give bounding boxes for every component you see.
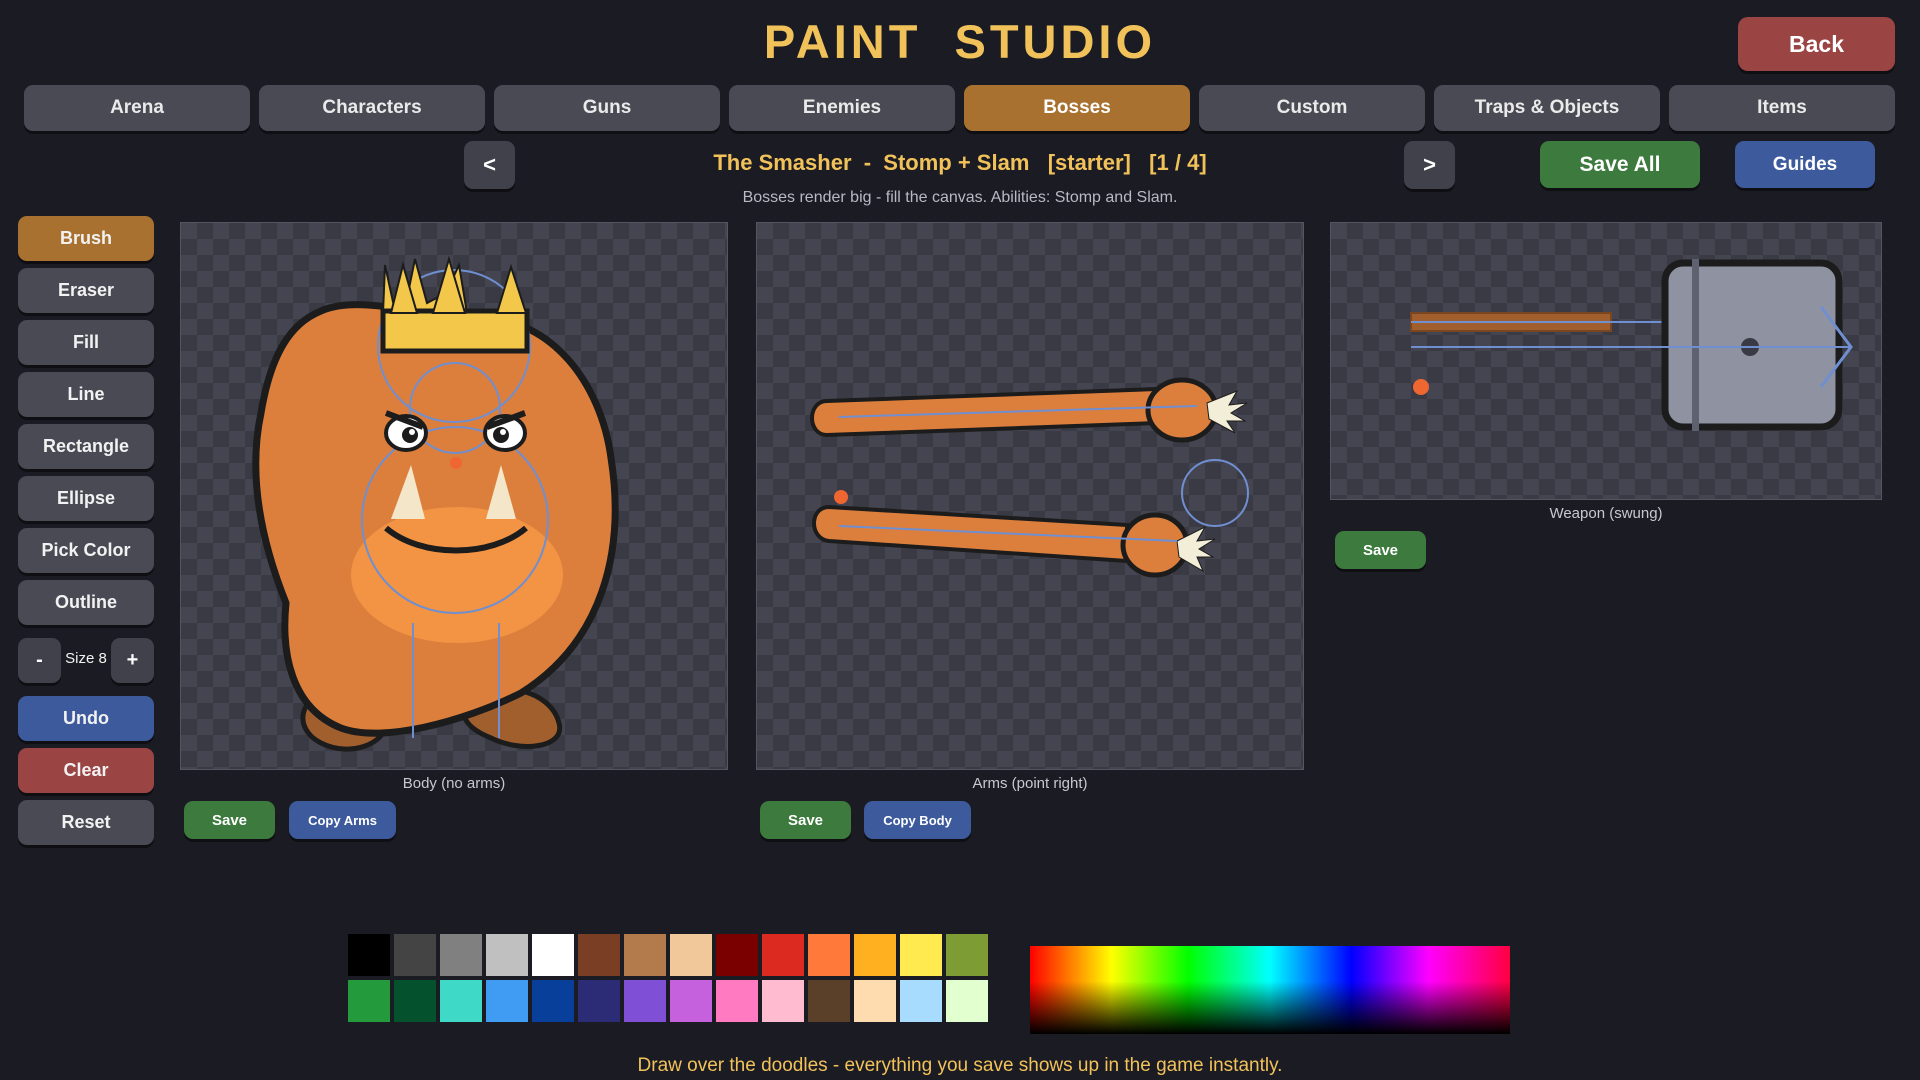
app-title: PAINT STUDIO (763, 15, 1157, 68)
color-swatch[interactable] (670, 934, 712, 976)
brush-tool-button[interactable]: Brush (18, 216, 154, 261)
color-swatch[interactable] (716, 980, 758, 1022)
size-decrease-button[interactable]: - (18, 638, 61, 683)
color-swatch[interactable] (670, 980, 712, 1022)
line-tool-button[interactable]: Line (18, 372, 154, 417)
color-swatch[interactable] (900, 980, 942, 1022)
color-swatch[interactable] (578, 980, 620, 1022)
next-item-button[interactable]: > (1404, 141, 1455, 189)
color-swatch[interactable] (440, 980, 482, 1022)
footer-hint: Draw over the doodles - everything you s… (637, 1055, 1283, 1076)
color-swatch[interactable] (440, 934, 482, 976)
color-swatch[interactable] (394, 980, 436, 1022)
color-swatch[interactable] (900, 934, 942, 976)
reset-button[interactable]: Reset (18, 800, 154, 845)
color-swatch[interactable] (808, 980, 850, 1022)
fill-tool-button[interactable]: Fill (18, 320, 154, 365)
tab-characters[interactable]: Characters (259, 85, 485, 131)
save-all-button[interactable]: Save All (1540, 141, 1700, 188)
pivot-dot (834, 490, 848, 504)
tab-guns[interactable]: Guns (494, 85, 720, 131)
undo-button[interactable]: Undo (18, 696, 154, 741)
body-canvas[interactable] (180, 222, 728, 770)
ellipse-tool-button[interactable]: Ellipse (18, 476, 154, 521)
hammer-band (1692, 259, 1699, 431)
color-swatch[interactable] (624, 980, 666, 1022)
copy-body-button[interactable]: Copy Body (864, 801, 971, 839)
color-swatch[interactable] (394, 934, 436, 976)
eraser-tool-button[interactable]: Eraser (18, 268, 154, 313)
color-swatch[interactable] (348, 934, 390, 976)
back-button[interactable]: Back (1738, 17, 1895, 71)
lower-arm (812, 504, 1129, 564)
tab-custom[interactable]: Custom (1199, 85, 1425, 131)
weapon-drawing (1410, 259, 1853, 431)
copy-arms-button[interactable]: Copy Arms (289, 801, 396, 839)
color-spectrum-picker[interactable] (1030, 946, 1510, 1034)
arms-canvas[interactable] (756, 222, 1304, 770)
color-swatch[interactable] (716, 934, 758, 976)
color-swatch[interactable] (486, 934, 528, 976)
previous-item-button[interactable]: < (464, 141, 515, 189)
save-weapon-button[interactable]: Save (1335, 531, 1426, 569)
color-swatch[interactable] (762, 934, 804, 976)
item-subtitle: Bosses render big - fill the canvas. Abi… (742, 189, 1178, 206)
color-swatch[interactable] (808, 934, 850, 976)
item-title: The Smasher - Stomp + Slam [starter] [1 … (713, 150, 1207, 175)
tab-enemies[interactable]: Enemies (729, 85, 955, 131)
color-swatch[interactable] (578, 934, 620, 976)
color-swatch[interactable] (348, 980, 390, 1022)
color-swatch[interactable] (854, 934, 896, 976)
color-swatch[interactable] (762, 980, 804, 1022)
arms-canvas-caption: Arms (point right) (972, 775, 1088, 792)
grip-point (1413, 379, 1429, 395)
body-canvas-caption: Body (no arms) (402, 775, 506, 792)
color-swatch[interactable] (532, 980, 574, 1022)
color-swatch[interactable] (486, 980, 528, 1022)
brush-size-control: - Size 8 + (18, 638, 154, 683)
save-arms-button[interactable]: Save (760, 801, 851, 839)
crown-band (380, 308, 530, 354)
size-label: Size 8 (65, 650, 107, 667)
body-drawing (252, 255, 619, 752)
color-swatch[interactable] (946, 980, 988, 1022)
clear-button[interactable]: Clear (18, 748, 154, 793)
rectangle-tool-button[interactable]: Rectangle (18, 424, 154, 469)
color-swatch[interactable] (532, 934, 574, 976)
tab-items[interactable]: Items (1669, 85, 1895, 131)
color-swatch[interactable] (854, 980, 896, 1022)
color-swatch[interactable] (624, 934, 666, 976)
nose-dot (450, 457, 462, 469)
upper-fist (1145, 377, 1219, 443)
pick-color-tool-button[interactable]: Pick Color (18, 528, 154, 573)
save-body-button[interactable]: Save (184, 801, 275, 839)
weapon-canvas-caption: Weapon (swung) (1549, 505, 1663, 522)
arms-drawing (810, 377, 1249, 578)
tab-arena[interactable]: Arena (24, 85, 250, 131)
tab-traps-objects[interactable]: Traps & Objects (1434, 85, 1660, 131)
guides-button[interactable]: Guides (1735, 141, 1875, 188)
color-swatch[interactable] (946, 934, 988, 976)
tab-bosses[interactable]: Bosses (964, 85, 1190, 131)
weapon-canvas[interactable] (1330, 222, 1882, 500)
size-increase-button[interactable]: + (111, 638, 154, 683)
outline-tool-button[interactable]: Outline (18, 580, 154, 625)
